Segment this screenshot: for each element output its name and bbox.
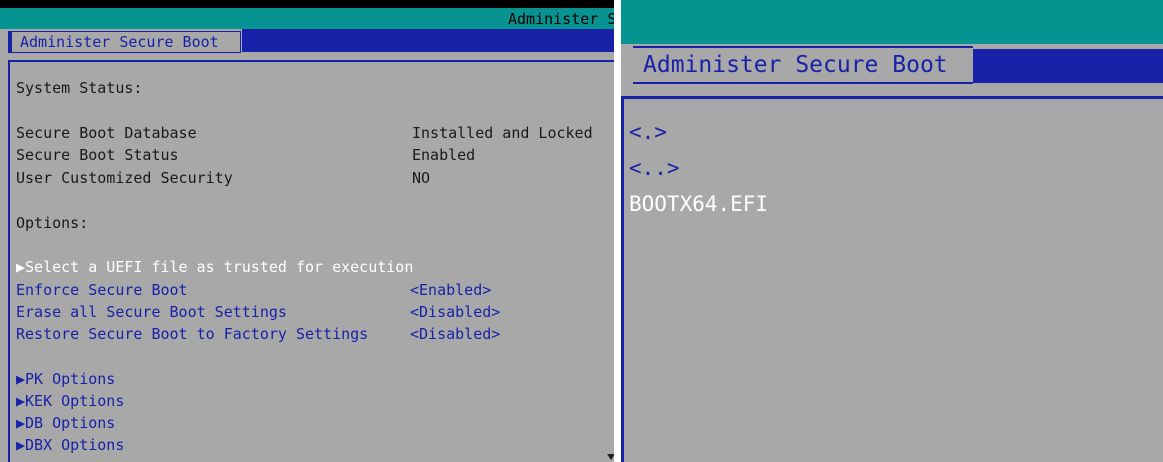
file-item-bootx64-efi[interactable]: BOOTX64.EFI	[629, 192, 768, 216]
status-value-secure-boot-database: Installed and Locked	[412, 124, 593, 142]
submenu-kek-options[interactable]: ▶KEK Options	[16, 392, 124, 410]
system-status-heading: System Status:	[16, 79, 143, 97]
right-triangle-icon: ▶	[16, 370, 26, 388]
submenu-dbx-options[interactable]: ▶DBX Options	[16, 436, 124, 454]
setting-erase-secure-boot-value[interactable]: <Disabled>	[410, 303, 500, 321]
setting-restore-factory-value[interactable]: <Disabled>	[410, 325, 500, 343]
submenu-label: DB Options	[25, 414, 116, 432]
window-title: Administer S	[508, 10, 614, 28]
submenu-label: KEK Options	[25, 392, 125, 410]
submenu-db-options[interactable]: ▶DB Options	[16, 414, 115, 432]
mouse-pointer-icon	[607, 454, 614, 460]
right-triangle-icon: ▶	[16, 258, 26, 276]
file-item-current-dir[interactable]: <.>	[629, 120, 667, 144]
menu-item-select-uefi-file[interactable]: ▶Select a UEFI file as trusted for execu…	[16, 258, 413, 276]
top-black-strip	[0, 0, 614, 8]
status-label-user-customized-security: User Customized Security	[16, 169, 233, 187]
setting-enforce-secure-boot[interactable]: Enforce Secure Boot	[16, 281, 188, 299]
right-triangle-icon: ▶	[16, 414, 26, 432]
right-triangle-icon: ▶	[16, 436, 26, 454]
setting-erase-secure-boot[interactable]: Erase all Secure Boot Settings	[16, 303, 287, 321]
tab-band-fill	[973, 49, 1163, 83]
file-browser-panel	[621, 96, 1163, 462]
right-triangle-icon: ▶	[16, 392, 26, 410]
setting-restore-factory[interactable]: Restore Secure Boot to Factory Settings	[16, 325, 368, 343]
setting-enforce-secure-boot-value[interactable]: <Enabled>	[410, 281, 491, 299]
tab-administer-secure-boot[interactable]: Administer Secure Boot	[633, 46, 973, 84]
separator	[614, 0, 621, 462]
status-label-secure-boot-status: Secure Boot Status	[16, 146, 179, 164]
status-value-user-customized-security: NO	[412, 169, 431, 187]
submenu-label: DBX Options	[25, 436, 125, 454]
submenu-label: PK Options	[25, 370, 116, 388]
options-heading: Options:	[16, 214, 89, 232]
status-value-secure-boot-status: Enabled	[412, 146, 476, 164]
tab-administer-secure-boot[interactable]: Administer Secure Boot	[8, 31, 241, 53]
title-bar	[621, 0, 1163, 44]
file-item-parent-dir[interactable]: <..>	[629, 156, 680, 180]
tab-band-fill	[242, 29, 614, 52]
submenu-pk-options[interactable]: ▶PK Options	[16, 370, 115, 388]
right-bios-screen: Administer Secure Boot <.> <..> BOOTX64.…	[621, 0, 1163, 462]
left-bios-screen: Administer S Administer Secure Boot Syst…	[0, 0, 614, 462]
status-label-secure-boot-database: Secure Boot Database	[16, 124, 197, 142]
menu-item-label: Select a UEFI file as trusted for execut…	[25, 258, 414, 276]
